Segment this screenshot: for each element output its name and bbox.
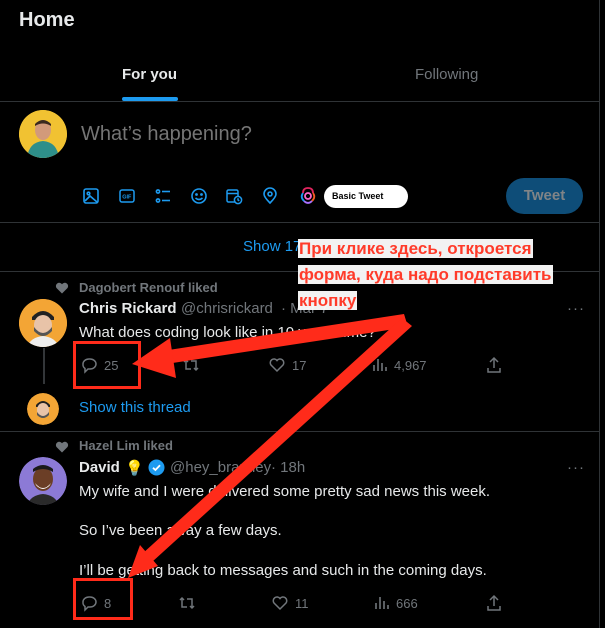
annotation-text: При клике здесь, откроется форма, куда н… [298, 236, 553, 314]
annotation-line: При клике здесь, откроется [298, 239, 533, 258]
annotation-line: форма, куда надо подставить [298, 265, 553, 284]
annotation-arrows [128, 314, 412, 578]
arrow-head-1 [132, 338, 176, 378]
annotation-line: кнопку [298, 291, 358, 310]
